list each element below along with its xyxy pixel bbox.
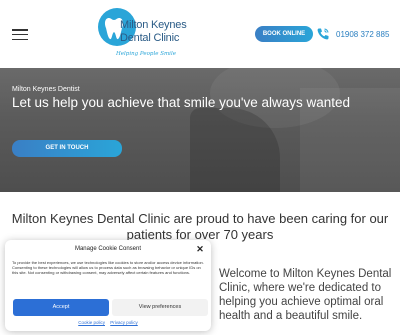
site-header: Milton Keynes Dental Clinic Helping Peop…	[0, 0, 400, 68]
intro-heading: Milton Keynes Dental Clinic are proud to…	[11, 211, 389, 242]
cookie-policy-links: Cookie policy Privacy policy	[5, 320, 211, 325]
cookie-description: To provide the best experiences, we use …	[12, 260, 204, 275]
clinic-logo[interactable]: Milton Keynes Dental Clinic Helping Peop…	[96, 6, 196, 64]
close-icon[interactable]: ✕	[195, 244, 205, 254]
menu-icon[interactable]	[12, 29, 28, 41]
cookie-consent-dialog: Manage Cookie Consent ✕ To provide the b…	[5, 240, 211, 331]
accept-cookies-button[interactable]: Accept	[13, 299, 109, 316]
cookie-dialog-title: Manage Cookie Consent	[74, 246, 142, 252]
hero-heading: Let us help you achieve that smile you'v…	[12, 95, 351, 110]
phone-icon[interactable]	[316, 27, 330, 41]
logo-text-line2: Dental Clinic	[120, 32, 180, 44]
book-online-button[interactable]: BOOK ONLINE	[255, 26, 313, 42]
hero-subtitle: Milton Keynes Dentist	[12, 86, 80, 93]
privacy-policy-link[interactable]: Privacy policy	[110, 320, 138, 325]
get-in-touch-button[interactable]: GET IN TOUCH	[12, 140, 122, 157]
view-preferences-button[interactable]: View preferences	[112, 299, 208, 316]
phone-number-link[interactable]: 01908 372 885	[336, 30, 389, 39]
cookie-policy-link[interactable]: Cookie policy	[78, 320, 105, 325]
logo-tagline: Helping People Smile	[116, 51, 176, 57]
logo-text-line1: Milton Keynes	[120, 19, 187, 31]
welcome-text: Welcome to Milton Keynes Dental Clinic, …	[219, 268, 392, 322]
